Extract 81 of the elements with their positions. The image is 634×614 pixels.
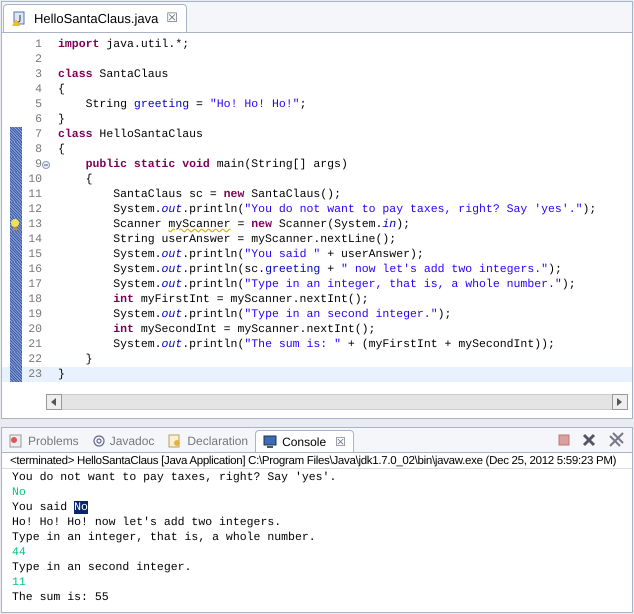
- line-number: 4: [35, 82, 42, 98]
- code-line: {: [58, 142, 65, 157]
- code-line: System.out.println("Type in an integer, that is, a whole number.");: [112, 277, 576, 292]
- line-number: 19: [28, 306, 42, 323]
- line-number: 1: [35, 36, 42, 53]
- code-line: public static void main(String[] args): [84, 157, 348, 172]
- java-file-icon: [12, 10, 26, 26]
- line-number: 13: [28, 216, 42, 233]
- panel-tab[interactable]: Console ☒: [255, 430, 354, 452]
- console-icon: [263, 434, 278, 448]
- code-line: class SantaClaus: [58, 67, 168, 82]
- line-number: 17: [28, 276, 42, 293]
- line-number: 10: [28, 172, 42, 188]
- code-line: }: [58, 112, 65, 127]
- code-line: }: [58, 367, 65, 382]
- line-number: 23: [28, 366, 42, 383]
- line-number: 20: [28, 322, 42, 338]
- code-line: {: [58, 82, 65, 97]
- panel-tab-label: Javadoc: [110, 433, 154, 450]
- editor-tab[interactable]: HelloSantaClaus.java ☒: [3, 4, 187, 32]
- horizontal-scrollbar[interactable]: [62, 394, 612, 410]
- line-number: 11: [28, 186, 42, 203]
- code-line: System.out.println("You said " + userAnswer);: [112, 247, 424, 262]
- panel-tab-label: Console: [282, 434, 326, 450]
- panel-tab[interactable]: Javadoc: [86, 430, 162, 452]
- panel-tab[interactable]: Declaration: [161, 430, 256, 452]
- line-number: 18: [28, 292, 42, 308]
- line-number: 16: [28, 262, 42, 278]
- console-input-text: 44: [12, 546, 26, 559]
- terminate-icon[interactable]: [558, 434, 570, 446]
- line-number: 21: [28, 336, 42, 353]
- remove-launch-icon[interactable]: [582, 433, 596, 447]
- console-input-text: No: [12, 486, 26, 499]
- code-line: int mySecondInt = myScanner.nextInt();: [112, 322, 376, 337]
- right-arrow-icon: [617, 398, 623, 406]
- line-number: 22: [28, 352, 42, 368]
- code-line: String greeting = "Ho! Ho! Ho!";: [84, 97, 306, 112]
- code-line: int myFirstInt = myScanner.nextInt();: [112, 292, 369, 307]
- line-number: 8: [35, 142, 42, 158]
- panel-tab-label: Problems: [28, 433, 79, 450]
- code-line: System.out.println("The sum is: " + (myFirstInt + mySecondInt));: [112, 337, 555, 352]
- close-icon[interactable]: ☒: [166, 8, 178, 28]
- fold-icon[interactable]: [42, 160, 50, 168]
- line-number: 6: [35, 112, 42, 128]
- console-output-text: You do not want to pay taxes, right? Say 'yes'.: [12, 471, 336, 484]
- code-line: {: [84, 172, 93, 187]
- scroll-right-button[interactable]: [612, 394, 628, 410]
- console-output-text: Type in an integer, that is, a whole number.: [12, 531, 316, 544]
- console-output-text: Ho! Ho! Ho! now let's add two integers.: [12, 516, 282, 529]
- declaration-icon: [168, 434, 182, 448]
- code-line: Scanner myScanner = new Scanner(System.in);: [112, 217, 410, 232]
- editor-tab-title: HelloSantaClaus.java: [34, 10, 158, 28]
- line-number: 2: [35, 52, 42, 68]
- panel-tab-label: Declaration: [187, 433, 248, 450]
- line-number: 12: [28, 202, 42, 218]
- code-line: SantaClaus sc = new SantaClaus();: [112, 187, 341, 202]
- scroll-left-button[interactable]: [46, 394, 62, 410]
- line-number: 3: [35, 66, 42, 83]
- code-line: System.out.println("You do not want to pay taxes, right? Say 'yes'.");: [112, 202, 596, 217]
- code-line: System.out.println(sc.greeting + " now let's add two integers.");: [112, 262, 562, 277]
- line-number: 15: [28, 246, 42, 263]
- code-line: import java.util.*;: [58, 37, 190, 52]
- line-number: 14: [28, 232, 42, 248]
- code-line: }: [84, 352, 93, 367]
- problems-icon: [9, 434, 23, 448]
- code-line: System.out.println("Type in an second integer.");: [112, 307, 452, 322]
- console-input-text: 11: [12, 576, 26, 589]
- console-status: <terminated> HelloSantaClaus [Java Application] C:\Program Files\Java\jdk1.7.0_02\bin\javaw.exe (Dec 25, 2012 5:59:23 PM): [2, 453, 632, 469]
- panel-tab[interactable]: Problems: [2, 430, 86, 452]
- close-icon[interactable]: ☒: [335, 432, 346, 450]
- line-number: 5: [35, 96, 42, 113]
- line-number: 7: [35, 126, 42, 143]
- line-number: 9: [35, 156, 42, 173]
- console-output-text: Type in an second integer.: [12, 561, 192, 574]
- code-line: String userAnswer = myScanner.nextLine();: [112, 232, 396, 247]
- code-line: class HelloSantaClaus: [58, 127, 203, 142]
- left-arrow-icon: [51, 398, 57, 406]
- remove-all-icon[interactable]: [608, 432, 624, 448]
- console-output-text: The sum is: 55: [12, 591, 109, 604]
- console-output-text: You said: [12, 501, 68, 514]
- selected-text: No: [74, 501, 88, 514]
